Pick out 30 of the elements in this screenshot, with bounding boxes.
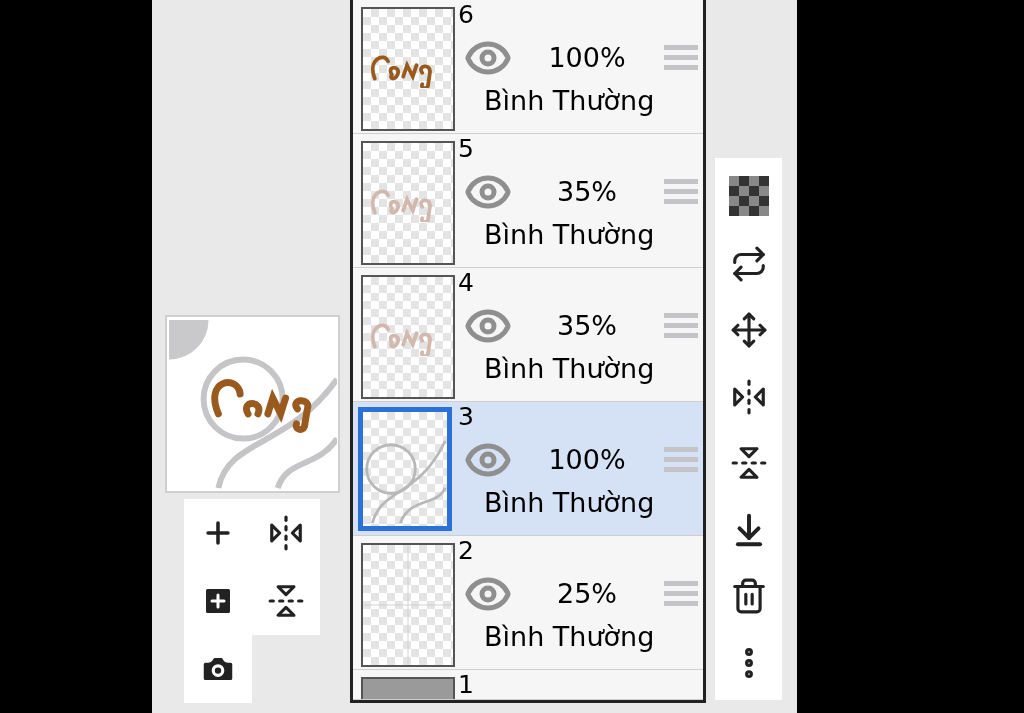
- layer-number: 4: [458, 268, 475, 298]
- drag-handle-icon[interactable]: [664, 313, 698, 339]
- layer-number: 3: [458, 402, 475, 432]
- layer-opacity: 35%: [556, 174, 618, 209]
- layer-thumbnail[interactable]: [361, 141, 455, 265]
- layer-row[interactable]: 3 100% Bình Thường: [353, 402, 703, 536]
- layer-number: 6: [458, 0, 475, 30]
- layer-opacity: 35%: [556, 308, 618, 343]
- move-icon[interactable]: [729, 311, 768, 350]
- flip-vertical-icon: [267, 582, 305, 620]
- drag-handle-icon[interactable]: [664, 45, 698, 71]
- layer-number: 5: [458, 134, 475, 164]
- drag-handle-icon[interactable]: [664, 447, 698, 473]
- checkerboard-icon[interactable]: [728, 176, 769, 217]
- layer-opacity: 25%: [556, 576, 618, 611]
- drag-handle-icon[interactable]: [664, 179, 698, 205]
- layer-thumbnail[interactable]: [361, 7, 455, 131]
- layer-opacity: 100%: [547, 442, 627, 477]
- blend-mode[interactable]: Bình Thường: [484, 84, 703, 118]
- blend-mode[interactable]: Bình Thường: [484, 218, 703, 252]
- layer-thumbnail[interactable]: [361, 275, 455, 399]
- blend-mode[interactable]: Bình Thường: [484, 352, 703, 386]
- camera-button[interactable]: [184, 635, 252, 703]
- drag-handle-icon[interactable]: [664, 581, 698, 607]
- blend-mode[interactable]: Bình Thường: [484, 620, 703, 654]
- layer-opacity: 100%: [547, 40, 627, 75]
- flip-horizontal-icon: [267, 514, 305, 552]
- blend-mode[interactable]: Bình Thường: [484, 486, 703, 520]
- layer-number: 2: [458, 536, 475, 566]
- layer-number: 1: [458, 670, 475, 699]
